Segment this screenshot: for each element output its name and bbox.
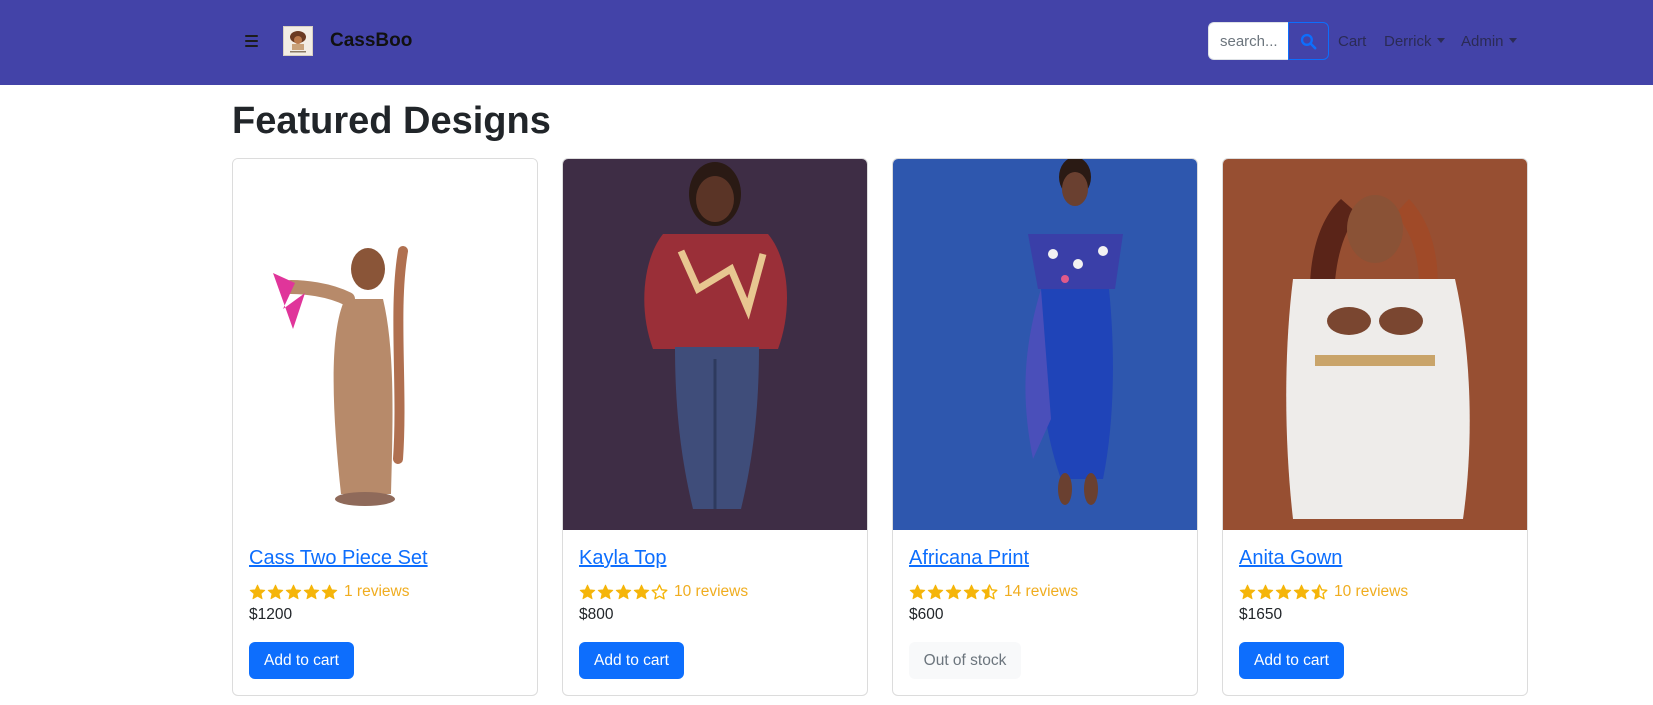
star-full-icon <box>1257 584 1275 601</box>
star-full-icon <box>597 584 615 601</box>
product-card: Cass Two Piece Set 1 reviews $1200 Add t… <box>232 158 538 696</box>
product-title-link[interactable]: Kayla Top <box>579 547 666 570</box>
admin-dropdown-label: Admin <box>1461 33 1504 50</box>
star-full-icon <box>285 584 303 601</box>
chevron-down-icon <box>1508 38 1517 43</box>
star-full-icon <box>249 584 267 601</box>
add-to-cart-button[interactable]: Add to cart <box>1239 642 1344 679</box>
cart-link[interactable]: Cart <box>1338 33 1366 50</box>
brand-name[interactable]: CassBoo <box>330 30 412 52</box>
star-full-icon <box>633 584 651 601</box>
star-full-icon <box>927 584 945 601</box>
product-card: Anita Gown 10 reviews $1650 Add to cart <box>1222 158 1528 696</box>
product-image[interactable] <box>1223 159 1527 530</box>
user-dropdown[interactable]: Derrick <box>1384 33 1445 50</box>
product-image[interactable] <box>563 159 867 530</box>
add-to-cart-button[interactable]: Add to cart <box>579 642 684 679</box>
star-full-icon <box>267 584 285 601</box>
product-price: $1200 <box>249 606 293 623</box>
star-rating <box>579 583 669 601</box>
star-full-icon <box>303 584 321 601</box>
search-input[interactable] <box>1208 22 1288 60</box>
star-rating <box>249 584 339 601</box>
product-price: $1650 <box>1239 606 1283 623</box>
star-rating <box>909 583 999 601</box>
star-rating <box>1239 583 1329 601</box>
top-navbar: CassBoo Cart Derrick Admin <box>0 0 1653 85</box>
product-image[interactable] <box>233 159 537 530</box>
star-full-icon <box>579 584 597 601</box>
admin-dropdown[interactable]: Admin <box>1461 33 1517 50</box>
star-full-icon <box>963 584 981 601</box>
reviews-count: 10 reviews <box>1334 583 1409 600</box>
star-full-icon <box>321 584 339 601</box>
star-full-icon <box>1293 584 1311 601</box>
reviews-count: 1 reviews <box>344 583 410 600</box>
reviews-count: 10 reviews <box>674 583 749 600</box>
product-price: $800 <box>579 606 614 623</box>
page-title: Featured Designs <box>232 100 551 142</box>
add-to-cart-button[interactable]: Add to cart <box>249 642 354 679</box>
search-icon <box>1300 33 1317 49</box>
star-full-icon <box>945 584 963 601</box>
product-card: Africana Print 14 reviews $600 Out of st… <box>892 158 1198 696</box>
star-half-icon <box>981 583 999 601</box>
user-dropdown-label: Derrick <box>1384 33 1432 50</box>
product-image[interactable] <box>893 159 1197 530</box>
star-half-icon <box>1311 583 1329 601</box>
reviews-count: 14 reviews <box>1004 583 1079 600</box>
product-price: $600 <box>909 606 944 623</box>
product-rating: 1 reviews <box>249 581 409 603</box>
hamburger-icon[interactable] <box>240 28 264 54</box>
product-title-link[interactable]: Africana Print <box>909 547 1029 570</box>
product-title-link[interactable]: Cass Two Piece Set <box>249 547 428 570</box>
product-rating: 10 reviews <box>1239 581 1408 603</box>
product-rating: 14 reviews <box>909 581 1078 603</box>
star-full-icon <box>909 584 927 601</box>
product-title-link[interactable]: Anita Gown <box>1239 547 1342 570</box>
star-full-icon <box>1275 584 1293 601</box>
product-card: Kayla Top 10 reviews $800 Add to cart <box>562 158 868 696</box>
star-empty-icon <box>651 583 669 601</box>
chevron-down-icon <box>1436 38 1445 43</box>
out-of-stock-button: Out of stock <box>909 642 1021 679</box>
star-full-icon <box>1239 584 1257 601</box>
brand-logo[interactable] <box>283 26 313 56</box>
product-rating: 10 reviews <box>579 581 748 603</box>
star-full-icon <box>615 584 633 601</box>
search-button[interactable] <box>1288 22 1329 60</box>
